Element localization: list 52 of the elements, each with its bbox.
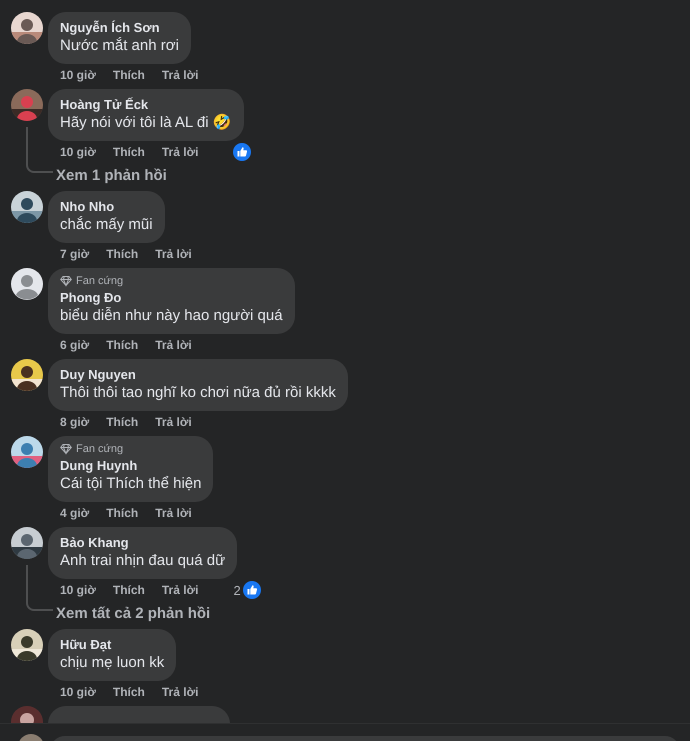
comment-text: chắc mấy mũi	[60, 215, 153, 235]
reply-link[interactable]: Trả lời	[155, 247, 192, 261]
comment-text: chịu mẹ luon kk	[60, 653, 164, 673]
comment-text: Thôi thôi tao nghĩ ko chơi nữa đủ rồi kkkk	[60, 383, 336, 403]
comment-time[interactable]: 6 giờ	[60, 338, 90, 352]
comment-time[interactable]: 10 giờ	[60, 68, 96, 82]
like-link[interactable]: Thích	[106, 247, 138, 261]
comment-time[interactable]: 7 giờ	[60, 247, 90, 261]
commenter-name[interactable]: Nguyễn Ích Sơn	[60, 19, 179, 36]
comment-time[interactable]: 8 giờ	[60, 415, 90, 429]
commenter-name[interactable]: Phong Đo	[60, 289, 283, 306]
fan-badge-label: Fan cứng	[76, 443, 124, 455]
reply-link[interactable]: Trả lời	[162, 685, 198, 699]
comment-text: Nước mắt anh rơi	[60, 36, 179, 56]
comment-text: Cái tội Thích thể hiện	[60, 474, 202, 494]
diamond-icon	[60, 443, 72, 455]
comment-time[interactable]: 10 giờ	[60, 583, 96, 597]
reply-link[interactable]: Trả lời	[155, 338, 192, 352]
reply-link[interactable]: Trả lời	[155, 415, 192, 429]
thread-line	[26, 565, 53, 611]
commenter-name[interactable]: Bảo Khang	[60, 534, 226, 551]
comment-time[interactable]: 4 giờ	[60, 506, 90, 520]
commenter-name[interactable]: Dung Huynh	[60, 457, 202, 474]
reply-link[interactable]: Trả lời	[155, 506, 192, 520]
comment-time[interactable]: 10 giờ	[60, 685, 96, 699]
commenter-name[interactable]: Duy Nguyen	[60, 366, 336, 383]
like-link[interactable]: Thích	[112, 145, 145, 159]
comment-text: biểu diễn như này hao người quá	[60, 306, 283, 326]
like-link[interactable]: Thích	[112, 685, 145, 699]
like-link[interactable]: Thích	[106, 415, 138, 429]
like-link[interactable]: Thích	[112, 68, 145, 82]
default-avatar-icon[interactable]	[11, 268, 43, 300]
comment-text: Hãy nói với tôi là AL đi 🤣	[60, 113, 232, 133]
reply-link[interactable]: Trả lời	[162, 583, 198, 597]
reaction-count[interactable]: 2	[233, 582, 241, 598]
like-link[interactable]: Thích	[106, 338, 138, 352]
thread-line	[26, 127, 53, 173]
commenter-name[interactable]: Nho Nho	[60, 198, 153, 215]
fan-badge-label: Fan cứng	[76, 275, 124, 287]
commenter-name[interactable]: Hữu Đạt	[60, 636, 164, 653]
comment-text: Anh trai nhịn đau quá dữ	[60, 551, 226, 571]
like-link[interactable]: Thích	[106, 506, 138, 520]
comment-time[interactable]: 10 giờ	[60, 145, 96, 159]
thumbs-up-icon[interactable]	[242, 581, 261, 599]
like-link[interactable]: Thích	[112, 583, 145, 597]
commenter-name[interactable]: Hoàng Tử Ếck	[60, 96, 232, 113]
thumbs-up-icon[interactable]	[233, 143, 252, 161]
reply-link[interactable]: Trả lời	[162, 145, 198, 159]
diamond-icon	[60, 275, 72, 287]
reply-link[interactable]: Trả lời	[162, 68, 198, 82]
view-replies-link[interactable]: Xem tất cả 2 phản hồi	[56, 604, 210, 624]
view-replies-link[interactable]: Xem 1 phản hồi	[56, 166, 167, 186]
